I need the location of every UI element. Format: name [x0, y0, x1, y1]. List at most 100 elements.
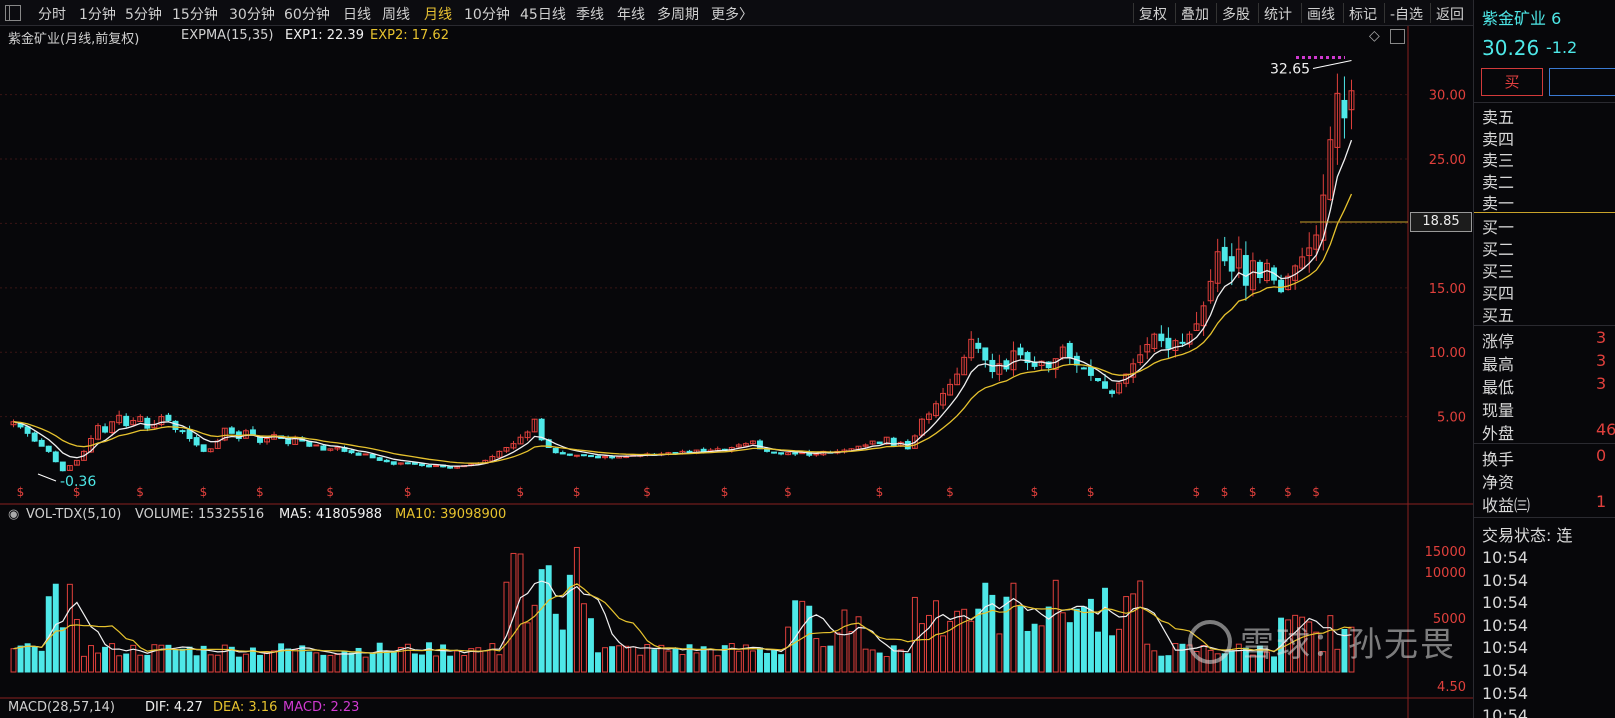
volume-bar — [1109, 635, 1116, 673]
volume-bar — [383, 651, 390, 673]
candle-body — [38, 439, 45, 447]
stat-label-0: 涨停 — [1482, 332, 1515, 351]
volume-bar — [545, 565, 552, 673]
toolbar-button-0[interactable]: 复权 — [1139, 4, 1167, 24]
volume-bar — [1137, 580, 1144, 673]
toolbar-button-4[interactable]: 画线 — [1307, 4, 1335, 24]
tick-time-label-5: 10:54 — [1482, 661, 1529, 680]
period-tab-11[interactable]: 季线 — [576, 4, 604, 24]
tick-time-label-2: 10:54 — [1482, 593, 1529, 613]
period-tab-14[interactable]: 更多〉 — [711, 4, 753, 24]
volume-bar — [1045, 606, 1052, 673]
dividend-marker: $ — [1031, 485, 1039, 499]
volume-bar — [1151, 650, 1158, 673]
volume-bar — [369, 653, 376, 673]
dividend-marker: $ — [73, 485, 81, 499]
volume-bar — [17, 645, 24, 673]
stat2-label-0: 换手 — [1482, 450, 1515, 469]
toolbar-button-7[interactable]: 返回 — [1436, 4, 1464, 24]
period-tab-9[interactable]: 10分钟 — [464, 4, 510, 24]
kline-chart[interactable]: 5.0010.0015.0020.0025.0030.0015000100005… — [0, 26, 1473, 718]
volume-bar — [644, 644, 651, 673]
buy-level-label-4: 买五 — [1482, 306, 1515, 325]
high-value-label: 32.65 — [1270, 62, 1310, 78]
volume-bar — [764, 652, 770, 673]
volume-bar — [602, 647, 609, 673]
volume-bar — [855, 616, 862, 673]
volume-bar — [278, 643, 285, 673]
toolbar-button-3[interactable]: 统计 — [1264, 4, 1292, 24]
volume-bar — [897, 649, 904, 673]
divider — [1474, 325, 1615, 326]
volume-bar — [700, 646, 707, 673]
volume-bar — [496, 654, 503, 673]
candle-body — [313, 444, 320, 447]
candle-body — [1087, 366, 1094, 376]
toolbar-separator — [1343, 3, 1344, 23]
volume-bar — [207, 654, 214, 673]
volume-bar — [883, 656, 890, 673]
period-tab-10[interactable]: 45日线 — [520, 4, 566, 24]
period-tab-8[interactable]: 月线 — [424, 4, 452, 24]
candle-body — [595, 455, 601, 459]
panel-toggle-icon[interactable] — [5, 5, 21, 21]
volume-bar — [1095, 631, 1101, 673]
dividend-marker: $ — [326, 485, 334, 499]
sell-button[interactable] — [1549, 68, 1615, 96]
period-tab-4[interactable]: 30分钟 — [229, 4, 275, 24]
candle-body — [700, 448, 707, 452]
volume-bar — [1031, 623, 1038, 673]
volume-bar — [334, 654, 341, 673]
volume-bar — [482, 650, 489, 673]
candle-body — [383, 459, 390, 463]
candle-body — [1080, 367, 1087, 370]
volume-bar — [637, 654, 644, 673]
volume-bar — [242, 653, 249, 673]
period-tab-2[interactable]: 5分钟 — [125, 4, 162, 24]
period-tab-1[interactable]: 1分钟 — [79, 4, 116, 24]
candle-body — [418, 463, 425, 467]
toolbar-separator — [1301, 3, 1302, 23]
volume-bar — [1165, 655, 1172, 673]
period-tab-7[interactable]: 周线 — [382, 4, 410, 24]
tick-time-label-6: 10:54 — [1482, 683, 1529, 703]
toolbar-separator — [1384, 3, 1385, 23]
dividend-marker: $ — [404, 485, 412, 499]
volume-bar — [376, 642, 383, 673]
candle-body — [362, 453, 369, 456]
period-tab-3[interactable]: 15分钟 — [172, 4, 218, 24]
volume-bar — [1059, 612, 1066, 673]
volume-bar — [989, 594, 996, 673]
volume-bar — [517, 553, 524, 673]
sell-level-label-2: 卖三 — [1482, 151, 1515, 170]
toolbar-button-1[interactable]: 叠加 — [1181, 4, 1209, 24]
period-tab-6[interactable]: 日线 — [343, 4, 371, 24]
volume-bar — [559, 629, 566, 673]
sell-level-label-1: 卖四 — [1482, 129, 1515, 149]
period-tab-5[interactable]: 60分钟 — [284, 4, 330, 24]
sell-level-label-0: 卖五 — [1482, 108, 1515, 127]
tick-time-label-1: 10:54 — [1482, 570, 1529, 590]
toolbar-button-6[interactable]: -自选 — [1390, 4, 1423, 24]
period-tab-12[interactable]: 年线 — [617, 4, 645, 24]
trade-status: 交易状态: 连 — [1482, 526, 1573, 545]
tick-time-label-0: 10:54 — [1482, 548, 1529, 567]
volume-bar — [433, 655, 439, 673]
dividend-marker: $ — [721, 485, 729, 499]
candle-body — [144, 417, 151, 429]
volume-bar — [1024, 630, 1031, 673]
buy-button[interactable]: 买 — [1481, 68, 1543, 96]
toolbar-button-5[interactable]: 标记 — [1349, 4, 1377, 24]
toolbar-button-2[interactable]: 多股 — [1222, 4, 1250, 24]
volume-bar — [1123, 596, 1130, 673]
stock-name: 紫金矿业 6 — [1482, 9, 1562, 28]
dividend-marker: $ — [643, 485, 651, 499]
volume-bar — [651, 649, 658, 673]
volume-bar — [827, 645, 834, 673]
volume-bar — [806, 605, 813, 673]
volume-bar — [623, 645, 630, 673]
period-tab-0[interactable]: 分时 — [38, 4, 66, 24]
period-tab-13[interactable]: 多周期 — [657, 4, 699, 24]
candle-body — [348, 450, 355, 454]
candle-body — [1242, 255, 1249, 286]
